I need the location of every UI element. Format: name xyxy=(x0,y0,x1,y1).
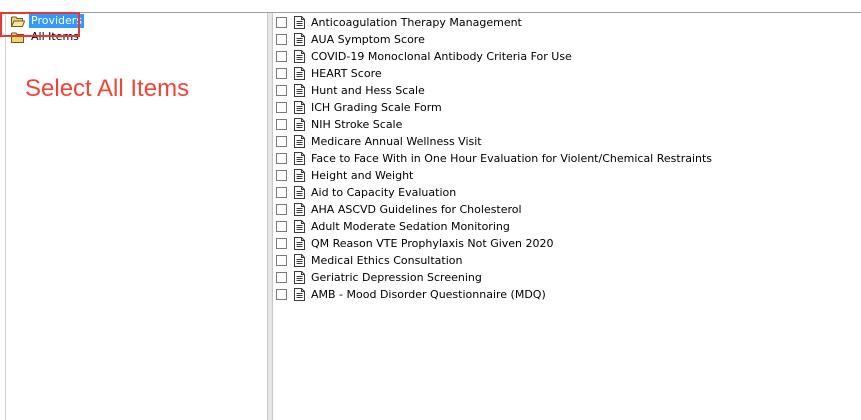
item-label: ICH Grading Scale Form xyxy=(311,100,442,114)
item-label: Medicare Annual Wellness Visit xyxy=(311,134,482,148)
checklist-item[interactable]: Aid to Capacity Evaluation xyxy=(276,184,712,201)
item-checkbox[interactable] xyxy=(276,17,287,28)
checklist-item[interactable]: Height and Weight xyxy=(276,167,712,184)
item-label: Geriatric Depression Screening xyxy=(311,270,482,284)
checklist-item[interactable]: Medicare Annual Wellness Visit xyxy=(276,133,712,150)
form-checklist-pane: Anticoagulation Therapy Management AUA S… xyxy=(273,13,861,420)
item-label: Aid to Capacity Evaluation xyxy=(311,185,457,199)
document-icon xyxy=(294,135,305,148)
checklist-item[interactable]: NIH Stroke Scale xyxy=(276,116,712,133)
item-label: AHA ASCVD Guidelines for Cholesterol xyxy=(311,202,522,216)
document-icon xyxy=(294,186,305,199)
item-checkbox[interactable] xyxy=(276,34,287,45)
checklist-item[interactable]: Medical Ethics Consultation xyxy=(276,252,712,269)
document-icon xyxy=(294,101,305,114)
item-checkbox[interactable] xyxy=(276,221,287,232)
item-checkbox[interactable] xyxy=(276,255,287,266)
checklist-item[interactable]: QM Reason VTE Prophylaxis Not Given 2020 xyxy=(276,235,712,252)
document-icon xyxy=(294,50,305,63)
document-icon xyxy=(294,118,305,131)
checklist-item[interactable]: ICH Grading Scale Form xyxy=(276,99,712,116)
item-label: HEART Score xyxy=(311,66,382,80)
item-checkbox[interactable] xyxy=(276,136,287,147)
item-checkbox[interactable] xyxy=(276,153,287,164)
checklist-item[interactable]: AUA Symptom Score xyxy=(276,31,712,48)
document-icon xyxy=(294,169,305,182)
item-checkbox[interactable] xyxy=(276,102,287,113)
item-checkbox[interactable] xyxy=(276,170,287,181)
checklist-item[interactable]: HEART Score xyxy=(276,65,712,82)
item-label: Face to Face With in One Hour Evaluation… xyxy=(311,151,713,165)
item-label: AUA Symptom Score xyxy=(311,32,425,46)
item-checkbox[interactable] xyxy=(276,51,287,62)
document-icon xyxy=(294,220,305,233)
item-checkbox[interactable] xyxy=(276,204,287,215)
document-icon xyxy=(294,152,305,165)
select-all-items-annotation: Select All Items xyxy=(25,75,190,102)
item-label: Hunt and Hess Scale xyxy=(311,83,425,97)
checklist-item[interactable]: Geriatric Depression Screening xyxy=(276,269,712,286)
checklist-item[interactable]: Face to Face With in One Hour Evaluation… xyxy=(276,150,712,167)
item-checkbox[interactable] xyxy=(276,289,287,300)
item-label: Adult Moderate Sedation Monitoring xyxy=(311,219,510,233)
item-checkbox[interactable] xyxy=(276,119,287,130)
checklist-item[interactable]: COVID-19 Monoclonal Antibody Criteria Fo… xyxy=(276,48,712,65)
document-icon xyxy=(294,254,305,267)
item-checkbox[interactable] xyxy=(276,272,287,283)
checklist-item[interactable]: AMB - Mood Disorder Questionnaire (MDQ) xyxy=(276,286,712,303)
document-icon xyxy=(294,288,305,301)
item-checkbox[interactable] xyxy=(276,68,287,79)
item-label: AMB - Mood Disorder Questionnaire (MDQ) xyxy=(311,287,546,301)
document-icon xyxy=(294,33,305,46)
item-label: NIH Stroke Scale xyxy=(311,117,403,131)
all-items-highlight-box xyxy=(0,12,80,37)
document-icon xyxy=(294,271,305,284)
document-icon xyxy=(294,84,305,97)
checklist-item[interactable]: AHA ASCVD Guidelines for Cholesterol xyxy=(276,201,712,218)
checklist-item[interactable]: Anticoagulation Therapy Management xyxy=(276,14,712,31)
checklist-item[interactable]: Hunt and Hess Scale xyxy=(276,82,712,99)
item-label: QM Reason VTE Prophylaxis Not Given 2020 xyxy=(311,236,554,250)
document-icon xyxy=(294,67,305,80)
item-label: Height and Weight xyxy=(311,168,414,182)
form-checklist: Anticoagulation Therapy Management AUA S… xyxy=(276,14,712,303)
item-label: Medical Ethics Consultation xyxy=(311,253,463,267)
item-label: Anticoagulation Therapy Management xyxy=(311,15,522,29)
item-checkbox[interactable] xyxy=(276,85,287,96)
item-checkbox[interactable] xyxy=(276,238,287,249)
document-icon xyxy=(294,237,305,250)
document-icon xyxy=(294,203,305,216)
item-checkbox[interactable] xyxy=(276,187,287,198)
item-label: COVID-19 Monoclonal Antibody Criteria Fo… xyxy=(311,49,572,63)
checklist-item[interactable]: Adult Moderate Sedation Monitoring xyxy=(276,218,712,235)
document-icon xyxy=(294,16,305,29)
